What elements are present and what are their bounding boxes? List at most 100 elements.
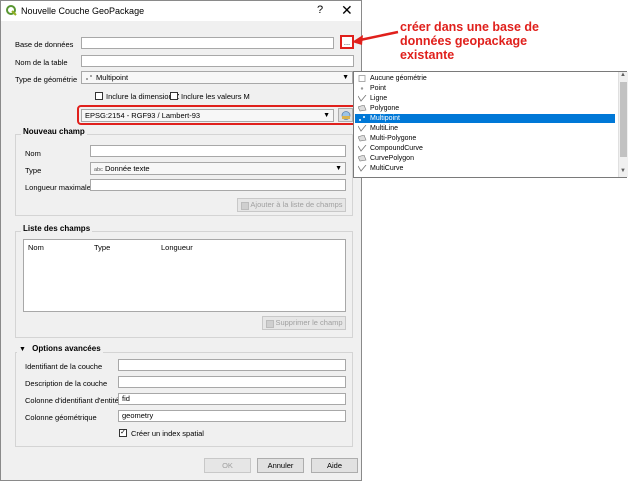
dropdown-item-label: CurvePolygon	[370, 155, 414, 162]
crs-combo[interactable]: EPSG:2154 - RGF93 / Lambert-93 ▼	[81, 109, 334, 122]
spatial-index-checkbox[interactable]: ✓	[119, 429, 127, 437]
database-label: Base de données	[15, 40, 74, 49]
line-icon	[358, 95, 367, 102]
dropdown-item-label: Aucune géométrie	[370, 75, 427, 82]
chevron-down-icon: ▼	[342, 74, 349, 81]
dropdown-item-label: Ligne	[370, 95, 388, 102]
dropdown-item-label: Multipoint	[370, 115, 400, 122]
scroll-down-icon[interactable]: ▼	[620, 168, 626, 174]
field-list-title: Liste des champs	[21, 224, 93, 233]
annotation-arrow	[352, 30, 399, 45]
remove-field-button[interactable]: Supprimer le champ	[262, 316, 346, 330]
dropdown-item-ligne[interactable]: Ligne	[355, 94, 615, 103]
multipoint-icon	[359, 116, 365, 121]
dropdown-item-label: MultiCurve	[370, 165, 404, 172]
dropdown-scrollbar[interactable]: ▲ ▼	[618, 72, 628, 177]
column-header-length: Longueur	[161, 243, 193, 252]
ok-button[interactable]: OK	[204, 458, 251, 473]
cancel-button[interactable]: Annuler	[257, 458, 304, 473]
title-bar: Nouvelle Couche GeoPackage ? ✕	[1, 1, 361, 21]
geometry-type-dropdown[interactable]: Aucune géométrie Point Ligne Polygone Mu…	[353, 71, 628, 178]
help-button[interactable]: Aide	[311, 458, 358, 473]
geometry-type-value: Multipoint	[96, 73, 129, 82]
annotation-line-2: données geopackage	[400, 34, 528, 48]
column-header-type: Type	[94, 243, 111, 252]
chevron-down-icon: ▼	[323, 112, 330, 119]
point-icon	[360, 87, 364, 90]
field-list-table[interactable]: Nom Type Longueur	[23, 239, 346, 312]
dropdown-item-aucune-geometrie[interactable]: Aucune géométrie	[355, 74, 615, 83]
dropdown-item-label: Point	[370, 85, 386, 92]
scroll-up-icon[interactable]: ▲	[620, 72, 626, 78]
no-geometry-icon	[358, 75, 366, 82]
text-type-icon: abc	[94, 167, 103, 173]
annotation-line-1: créer dans une base de	[400, 20, 539, 34]
geometry-type-label: Type de géométrie	[15, 75, 78, 84]
scrollbar-thumb[interactable]	[620, 82, 627, 157]
multipoint-icon	[86, 75, 92, 80]
globe-icon	[341, 111, 351, 120]
window-title: Nouvelle Couche GeoPackage	[21, 6, 145, 16]
max-length-label: Longueur maximale	[25, 183, 91, 192]
close-button[interactable]: ✕	[341, 2, 353, 19]
include-m-label: Inclure les valeurs M	[181, 92, 250, 101]
collapse-triangle-icon: ▼	[19, 346, 26, 353]
chevron-down-icon: ▼	[335, 165, 342, 172]
crs-value: EPSG:2154 - RGF93 / Lambert-93	[85, 111, 201, 120]
database-input[interactable]	[81, 37, 334, 49]
dropdown-item-compoundcurve[interactable]: CompoundCurve	[355, 144, 615, 153]
advanced-options-header[interactable]: ▼ Options avancées	[17, 344, 103, 353]
field-type-combo[interactable]: abc Donnée texte ▼	[90, 162, 346, 175]
new-geopackage-dialog: Nouvelle Couche GeoPackage ? ✕ Base de d…	[0, 0, 362, 481]
geometry-column-input[interactable]: geometry	[118, 410, 346, 422]
advanced-options-title: Options avancées	[32, 344, 101, 353]
help-title-button[interactable]: ?	[317, 4, 323, 16]
layer-description-label: Description de la couche	[25, 379, 108, 388]
spatial-index-label: Créer un index spatial	[131, 429, 204, 438]
new-field-title: Nouveau champ	[21, 127, 87, 136]
dropdown-item-multipoint[interactable]: Multipoint	[355, 114, 615, 123]
remove-field-icon	[266, 320, 274, 328]
dropdown-item-multiline[interactable]: MultiLine	[355, 124, 615, 133]
layer-description-input[interactable]	[118, 376, 346, 388]
table-name-input[interactable]	[81, 55, 354, 67]
annotation-text: créer dans une base de données geopackag…	[400, 20, 539, 62]
field-type-label: Type	[25, 166, 42, 175]
layer-id-label: Identifiant de la couche	[25, 362, 103, 371]
fid-column-label: Colonne d'identifiant d'entité	[25, 396, 119, 405]
compound-curve-icon	[358, 145, 367, 152]
dropdown-item-multi-polygone[interactable]: Multi-Polygone	[355, 134, 615, 143]
fid-column-input[interactable]: fid	[118, 393, 346, 405]
crs-selector-button[interactable]	[338, 108, 353, 122]
dropdown-item-label: CompoundCurve	[370, 145, 423, 152]
field-name-input[interactable]	[90, 145, 346, 157]
dropdown-item-label: MultiLine	[370, 125, 399, 132]
dropdown-item-point[interactable]: Point	[355, 84, 615, 93]
layer-id-input[interactable]	[118, 359, 346, 371]
include-z-label: Inclure la dimension Z	[106, 92, 180, 101]
multicurve-icon	[358, 165, 367, 172]
column-header-name: Nom	[28, 243, 44, 252]
include-m-checkbox[interactable]	[170, 92, 178, 100]
multipolygon-icon	[358, 135, 367, 142]
add-field-label: Ajouter à la liste de champs	[250, 200, 343, 209]
qgis-logo-icon	[6, 5, 17, 16]
multiline-icon	[358, 125, 367, 132]
add-field-button[interactable]: Ajouter à la liste de champs	[237, 198, 346, 212]
dropdown-item-multicurve[interactable]: MultiCurve	[355, 164, 615, 173]
dropdown-item-label: Polygone	[370, 105, 400, 112]
geometry-column-label: Colonne géométrique	[25, 413, 97, 422]
dropdown-item-label: Multi-Polygone	[370, 135, 417, 142]
curve-polygon-icon	[358, 155, 367, 162]
geometry-type-combo[interactable]: Multipoint ▼	[81, 71, 353, 84]
include-z-checkbox[interactable]	[95, 92, 103, 100]
field-name-label: Nom	[25, 149, 41, 158]
remove-field-label: Supprimer le champ	[275, 318, 343, 327]
table-name-label: Nom de la table	[15, 58, 68, 67]
max-length-input[interactable]	[90, 179, 346, 191]
polygon-icon	[358, 105, 367, 112]
dropdown-item-polygone[interactable]: Polygone	[355, 104, 615, 113]
annotation-line-3: existante	[400, 48, 455, 62]
dropdown-item-curvepolygon[interactable]: CurvePolygon	[355, 154, 615, 163]
add-field-icon	[241, 202, 249, 210]
